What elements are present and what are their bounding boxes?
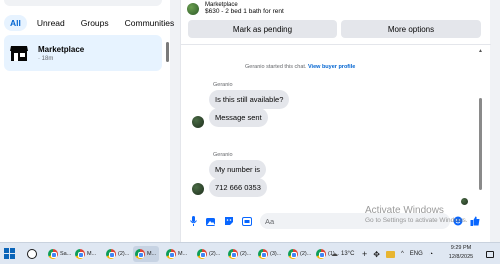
message-bubble[interactable]: Message sent: [209, 108, 268, 127]
listing-subtitle: $630 - 2 bed 1 bath for rent: [205, 8, 284, 15]
gif-icon[interactable]: [242, 216, 252, 226]
message-bubble[interactable]: My number is: [209, 160, 267, 179]
taskbar-app-label: M...: [147, 251, 157, 257]
weather-temperature: 13°C: [341, 251, 355, 257]
search-area-edge: [4, 0, 162, 6]
chrome-icon: [228, 249, 238, 259]
chrome-icon: [258, 249, 268, 259]
mark-as-pending-button[interactable]: Mark as pending: [188, 20, 337, 38]
sender-name: Geranio: [213, 152, 233, 158]
conversation-time: · 18m: [38, 55, 54, 62]
taskbar-clock[interactable]: 9:29 PM 12/8/2025: [441, 244, 481, 262]
view-buyer-profile-link[interactable]: View buyer profile: [308, 64, 355, 70]
chrome-icon: [75, 249, 85, 259]
chrome-icon: [316, 249, 326, 259]
taskbar-app-label: M...: [87, 251, 97, 257]
taskbar-app-3[interactable]: (2)...: [104, 246, 129, 262]
conversation-item-marketplace[interactable]: Marketplace · 18m: [4, 35, 162, 71]
listing-thumbnail: [187, 2, 199, 15]
watermark-subtitle: Go to Settings to activate Windows.: [365, 217, 468, 224]
system-tray-icons: + ✥ ^ ENG ◔: [362, 243, 433, 264]
clock-time: 9:29 PM: [450, 245, 472, 251]
listing-header[interactable]: Marketplace $630 - 2 bed 1 bath for rent: [187, 2, 284, 15]
sender-name: Geranio: [213, 82, 233, 88]
weather-widget[interactable]: ☁ 13°C: [331, 243, 354, 264]
taskbar-app-label: (2)...: [209, 251, 221, 257]
scroll-up-arrow-icon[interactable]: ▲: [478, 48, 483, 54]
taskbar-app-4[interactable]: M...: [133, 246, 159, 262]
chat-started-text: Geranio started this chat.: [245, 64, 307, 70]
taskbar-app-label: M...: [178, 251, 188, 257]
chrome-icon: [166, 249, 176, 259]
wifi-icon[interactable]: ◔: [429, 251, 433, 258]
chrome-icon: [197, 249, 207, 259]
notification-icon[interactable]: [486, 243, 494, 264]
chat-started-notice: Geranio started this chat. View buyer pr…: [245, 64, 355, 70]
folder-icon[interactable]: [385, 250, 395, 258]
more-options-button[interactable]: More options: [341, 20, 481, 38]
taskbar-app-label: (2)...: [240, 251, 252, 257]
clock-date: 12/8/2025: [448, 254, 474, 260]
windows-start-icon[interactable]: [4, 248, 15, 259]
move-icon[interactable]: ✥: [373, 250, 380, 259]
taskbar-app-5[interactable]: M...: [164, 246, 187, 262]
taskbar-app-label: (3)...: [270, 251, 282, 257]
chrome-icon: [106, 249, 116, 259]
read-receipt-avatar: [461, 198, 468, 205]
marketplace-store-icon: [8, 42, 30, 64]
microphone-icon[interactable]: [188, 216, 198, 226]
thumbs-up-icon[interactable]: [470, 216, 480, 226]
chat-list-scrollbar[interactable]: [166, 42, 169, 62]
filter-groups[interactable]: Groups: [75, 15, 115, 31]
message-bubble[interactable]: Is this still available?: [209, 90, 290, 109]
language-indicator[interactable]: ENG: [410, 251, 423, 257]
add-icon[interactable]: +: [362, 249, 367, 259]
filter-all[interactable]: All: [4, 15, 27, 31]
taskbar-app-label: (2)...: [118, 251, 130, 257]
gallery-icon[interactable]: [206, 216, 216, 226]
watermark-title: Activate Windows: [365, 205, 444, 216]
taskbar-app-6[interactable]: (2)...: [195, 246, 220, 262]
taskbar-search-icon[interactable]: [25, 246, 39, 262]
message-bubble[interactable]: 712 666 0353: [209, 178, 267, 197]
header-divider: [181, 44, 491, 45]
cloud-icon: ☁: [331, 251, 338, 258]
taskbar-app-7[interactable]: (2)...: [226, 246, 251, 262]
chrome-icon: [135, 249, 145, 259]
sender-avatar[interactable]: [192, 183, 204, 195]
sender-avatar[interactable]: [192, 116, 204, 128]
chrome-icon: [48, 249, 58, 259]
filter-unread[interactable]: Unread: [31, 15, 71, 31]
filter-chips: All Unread Groups Communities: [4, 15, 180, 31]
chrome-icon: [288, 249, 298, 259]
messenger-window: All Unread Groups Communities Marketplac…: [0, 0, 500, 264]
sticker-icon[interactable]: [224, 216, 234, 226]
taskbar-app-8[interactable]: (3)...: [256, 246, 281, 262]
activate-windows-watermark: Activate Windows Go to Settings to activ…: [365, 205, 468, 224]
taskbar-app-9[interactable]: (2)...: [286, 246, 311, 262]
chat-list-panel: All Unread Groups Communities Marketplac…: [0, 0, 174, 242]
conversation-title: Marketplace: [38, 44, 85, 54]
chevron-up-icon[interactable]: ^: [401, 251, 404, 257]
conversation-scrollbar[interactable]: [479, 98, 482, 190]
taskbar-app-2[interactable]: M...: [73, 246, 96, 262]
taskbar-app-label: Sa...: [60, 251, 72, 257]
windows-taskbar: Sa... M... (2)... M... M... (2)... (2)..…: [0, 242, 500, 264]
filter-communities[interactable]: Communities: [119, 15, 181, 31]
taskbar-app-label: (2)...: [300, 251, 312, 257]
taskbar-app-1[interactable]: Sa...: [46, 246, 71, 262]
